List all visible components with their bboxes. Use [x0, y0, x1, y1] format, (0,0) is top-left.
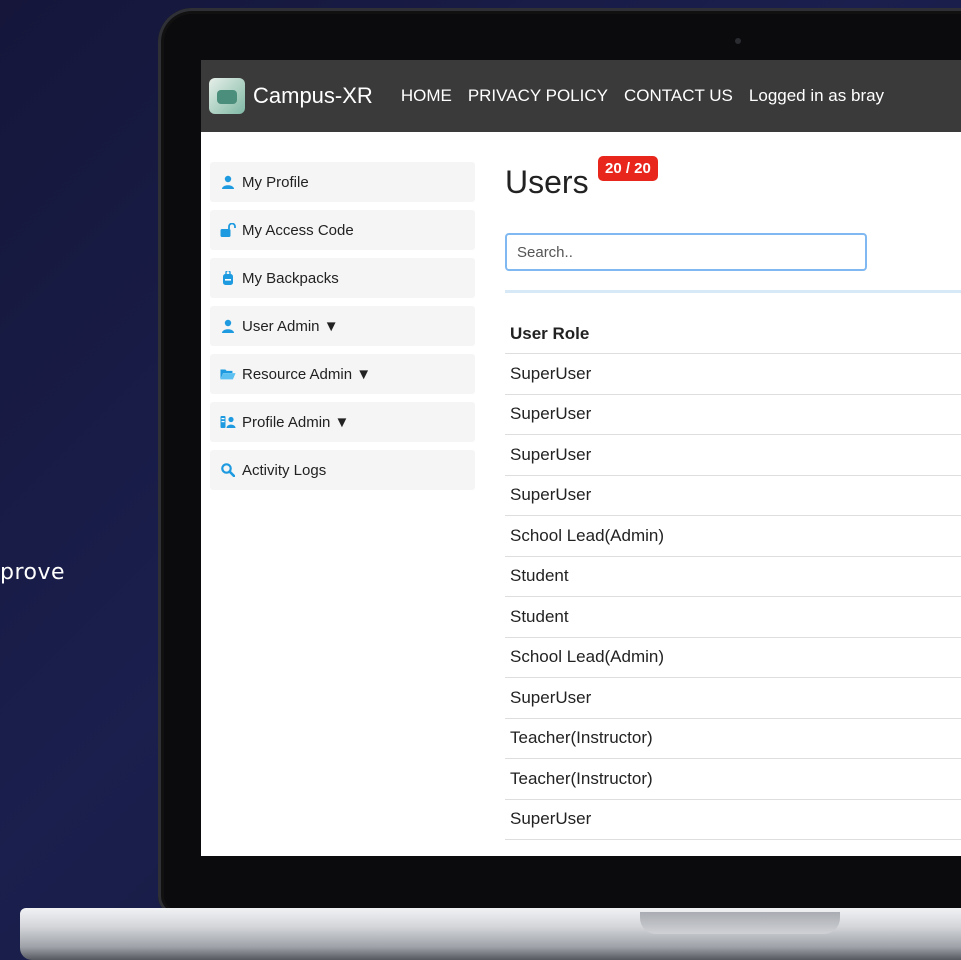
sidebar-item-label: My Profile	[242, 173, 309, 191]
user-icon	[220, 319, 236, 333]
page-title: Users	[505, 164, 589, 200]
table-row[interactable]: Teacher(Instructor)	[505, 719, 961, 759]
nav-link-privacy-policy[interactable]: PRIVACY POLICY	[468, 86, 608, 106]
table-row[interactable]: Teacher(Instructor)	[505, 759, 961, 800]
title-row: Users 20 / 20	[505, 156, 961, 208]
unlock-icon	[220, 223, 236, 237]
profiles-icon	[220, 415, 236, 429]
sidebar-item-label: User Admin ▼	[242, 317, 339, 335]
table-row[interactable]: SuperUser	[505, 678, 961, 719]
main-content: Users 20 / 20	[505, 156, 961, 208]
sidebar-item-label: Activity Logs	[242, 461, 327, 479]
logged-in-user-text: Logged in as bray	[748, 86, 885, 105]
table-row[interactable]: Student	[505, 557, 961, 597]
user-icon	[220, 175, 236, 189]
top-navbar: Campus-XR HOME PRIVACY POLICY CONTACT US…	[201, 60, 961, 132]
camera-dot	[735, 38, 741, 44]
user-count-badge: 20 / 20	[598, 156, 658, 181]
sidebar-item-label: My Access Code	[242, 221, 354, 239]
users-table: User Role SuperUser SuperUser SuperUser …	[505, 314, 961, 840]
brand-logo-icon[interactable]	[209, 78, 245, 114]
table-row[interactable]: SuperUser	[505, 800, 961, 840]
sidebar-item-profile-admin[interactable]: Profile Admin ▼	[210, 402, 475, 442]
search-input[interactable]	[505, 233, 867, 271]
magnifier-icon	[220, 463, 236, 477]
sidebar-item-my-profile[interactable]: My Profile	[210, 162, 475, 202]
table-row[interactable]: SuperUser	[505, 435, 961, 476]
nav-link-contact-us[interactable]: CONTACT US	[624, 86, 733, 106]
sidebar-item-my-backpacks[interactable]: My Backpacks	[210, 258, 475, 298]
sidebar-item-label: My Backpacks	[242, 269, 339, 287]
sidebar-item-label: Profile Admin ▼	[242, 413, 350, 431]
brand-name[interactable]: Campus-XR	[253, 83, 373, 109]
sidebar-item-label: Resource Admin ▼	[242, 365, 372, 383]
folder-open-icon	[220, 367, 236, 381]
table-row[interactable]: SuperUser	[505, 476, 961, 516]
column-header-user-role[interactable]: User Role	[505, 314, 961, 354]
table-row[interactable]: Student	[505, 597, 961, 638]
section-divider	[505, 290, 961, 293]
laptop-notch	[640, 912, 840, 934]
sidebar-item-resource-admin[interactable]: Resource Admin ▼	[210, 354, 475, 394]
table-row[interactable]: School Lead(Admin)	[505, 638, 961, 678]
background-caption-text: prove	[0, 560, 66, 585]
nav-link-home[interactable]: HOME	[401, 86, 452, 106]
table-row[interactable]: School Lead(Admin)	[505, 516, 961, 557]
app-screen: Campus-XR HOME PRIVACY POLICY CONTACT US…	[201, 60, 961, 856]
brand[interactable]: Campus-XR	[209, 78, 401, 114]
sidebar-item-user-admin[interactable]: User Admin ▼	[210, 306, 475, 346]
table-row[interactable]: SuperUser	[505, 354, 961, 395]
table-row[interactable]: SuperUser	[505, 395, 961, 435]
backpack-icon	[220, 271, 236, 285]
sidebar: My Profile My Access Code My Backpacks U…	[210, 162, 475, 498]
sidebar-item-my-access-code[interactable]: My Access Code	[210, 210, 475, 250]
sidebar-item-activity-logs[interactable]: Activity Logs	[210, 450, 475, 490]
